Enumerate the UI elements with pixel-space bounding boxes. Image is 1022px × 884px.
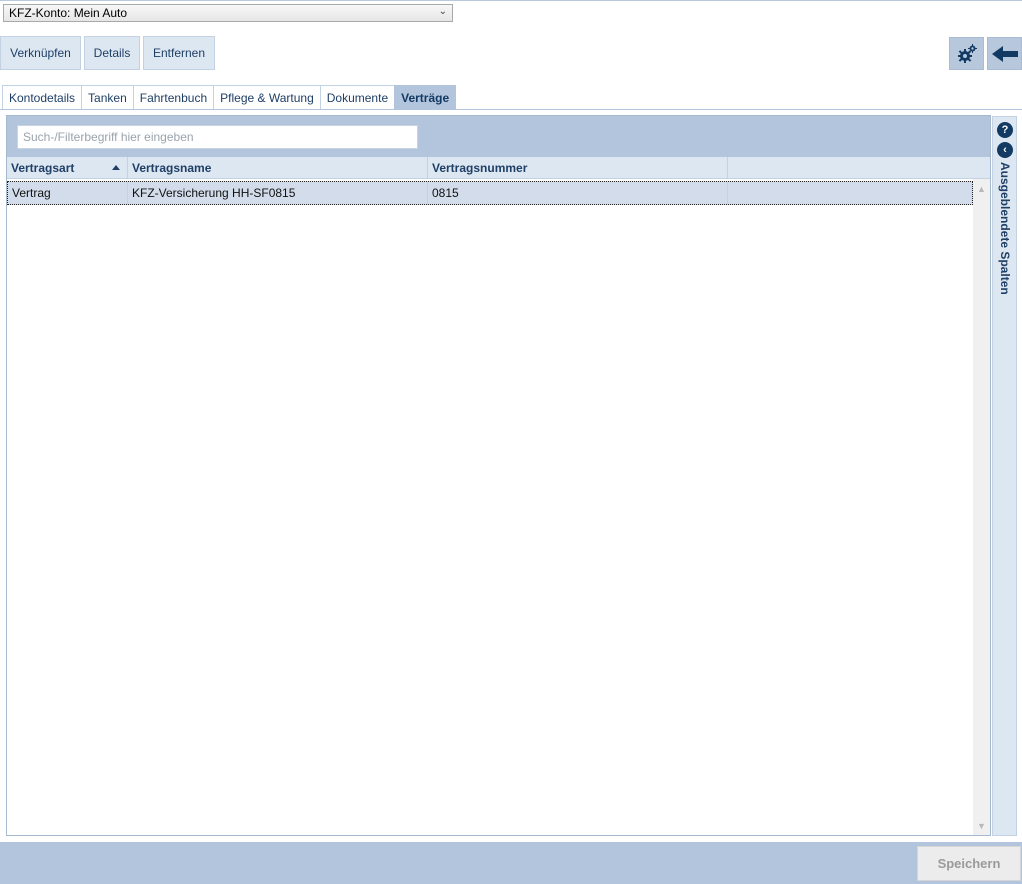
save-button[interactable]: Speichern	[917, 846, 1021, 881]
grid-header: Vertragsart Vertragsname Vertragsnummer	[7, 157, 990, 179]
column-header-vertragsart[interactable]: Vertragsart	[7, 157, 128, 179]
column-header-label: Vertragsnummer	[432, 161, 528, 175]
app-window: KFZ-Konto: Mein Auto ⌄ Verknüpfen Detail…	[0, 0, 1022, 884]
tab-fahrtenbuch[interactable]: Fahrtenbuch	[132, 85, 214, 110]
column-header-label: Vertragsname	[132, 161, 212, 175]
tab-tanken[interactable]: Tanken	[81, 85, 133, 110]
hidden-columns-label[interactable]: Ausgeblendete Spalten	[998, 162, 1012, 295]
tab-bar: Kontodetails Tanken Fahrtenbuch Pflege &…	[2, 85, 457, 110]
scroll-up-icon[interactable]: ▲	[977, 184, 986, 194]
settings-button[interactable]	[949, 37, 984, 70]
tab-pflege-wartung[interactable]: Pflege & Wartung	[213, 85, 320, 110]
help-icon[interactable]: ?	[997, 122, 1013, 138]
tab-underline	[0, 109, 1022, 110]
account-dropdown[interactable]: KFZ-Konto: Mein Auto ⌄	[3, 4, 453, 22]
hidden-columns-sidebar[interactable]: ? ‹ Ausgeblendete Spalten	[992, 116, 1017, 836]
gears-icon	[957, 43, 977, 63]
tab-dokumente[interactable]: Dokumente	[319, 85, 395, 110]
arrow-left-icon	[991, 45, 1018, 62]
contracts-grid: Vertragsart Vertragsname Vertragsnummer …	[7, 157, 990, 835]
account-dropdown-value: KFZ-Konto: Mein Auto	[9, 6, 128, 20]
vertical-scrollbar[interactable]: ▲ ▼	[973, 179, 990, 835]
sort-ascending-icon	[112, 165, 120, 170]
search-input[interactable]: Such-/Filterbegriff hier eingeben	[17, 125, 418, 149]
tab-vertraege[interactable]: Verträge	[394, 85, 457, 110]
column-header-label: Vertragsart	[11, 161, 75, 175]
chevron-left-icon[interactable]: ‹	[997, 142, 1013, 158]
tab-kontodetails[interactable]: Kontodetails	[2, 85, 82, 110]
details-button[interactable]: Details	[84, 36, 140, 70]
chevron-down-icon: ⌄	[438, 6, 447, 17]
cell-vertragsnummer: 0815	[428, 182, 728, 204]
column-header-vertragsname[interactable]: Vertragsname	[128, 157, 428, 179]
table-row[interactable]: Vertrag KFZ-Versicherung HH-SF0815 0815	[7, 181, 973, 205]
contracts-panel: Such-/Filterbegriff hier eingeben Vertra…	[6, 115, 991, 836]
remove-button[interactable]: Entfernen	[143, 36, 215, 70]
link-button[interactable]: Verknüpfen	[0, 36, 81, 70]
column-header-vertragsnummer[interactable]: Vertragsnummer	[428, 157, 728, 179]
back-button[interactable]	[987, 37, 1022, 70]
top-border	[0, 0, 1022, 1]
footer-bar	[0, 842, 1022, 884]
scroll-down-icon[interactable]: ▼	[977, 821, 986, 831]
cell-vertragsart: Vertrag	[8, 182, 128, 204]
cell-vertragsname: KFZ-Versicherung HH-SF0815	[128, 182, 428, 204]
